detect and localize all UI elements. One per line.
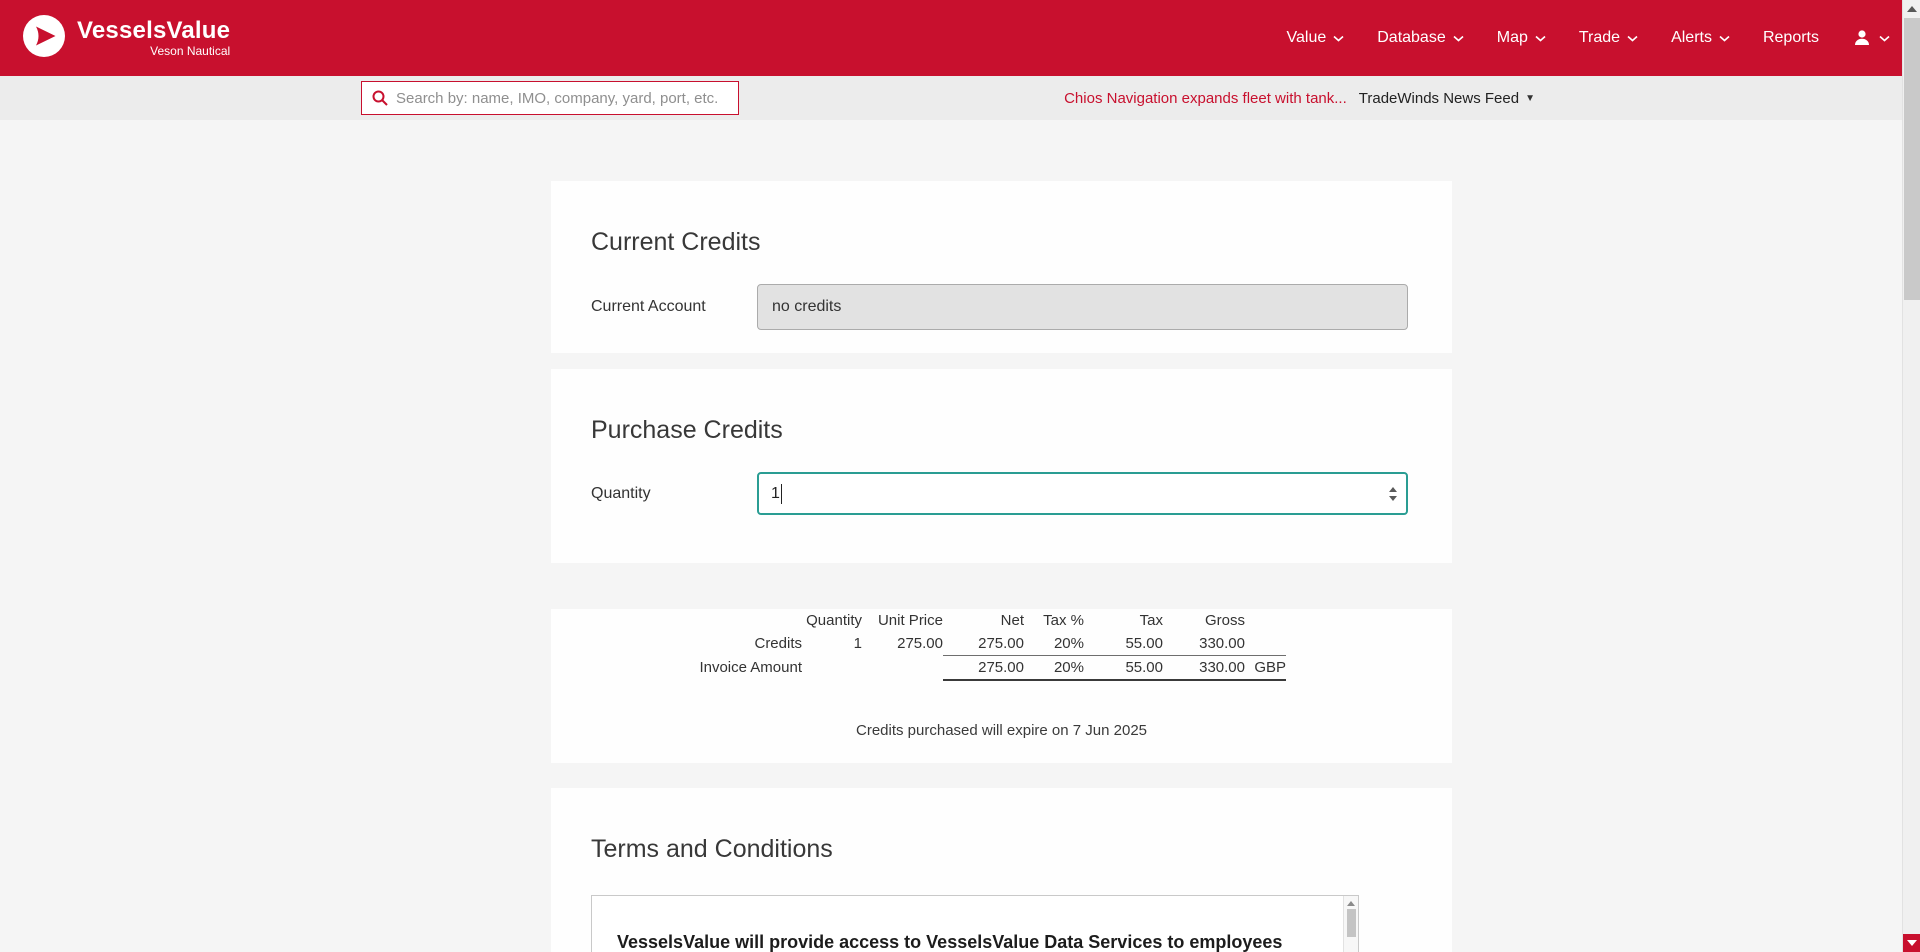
invoice-gross: 330.00 xyxy=(1163,656,1245,681)
chevron-down-icon xyxy=(1627,35,1638,42)
nav-alerts[interactable]: Alerts xyxy=(1671,29,1730,47)
purchase-credits-title: Purchase Credits xyxy=(591,369,1412,445)
credits-tax: 55.00 xyxy=(1084,632,1163,656)
invoice-header-quantity: Quantity xyxy=(802,609,862,632)
stepper-down-icon[interactable] xyxy=(1389,496,1397,501)
invoice-summary-card: Quantity Unit Price Net Tax % Tax Gross … xyxy=(551,609,1452,763)
purchase-credits-card: Purchase Credits Quantity 1 xyxy=(551,369,1452,563)
search-input[interactable] xyxy=(396,90,729,107)
news-feed-label: TradeWinds News Feed xyxy=(1359,90,1519,107)
terms-card: Terms and Conditions VesselsValue will p… xyxy=(551,788,1452,952)
news-ticker: Chios Navigation expands fleet with tank… xyxy=(1064,76,1535,120)
search-icon xyxy=(371,89,389,107)
brand-logo[interactable]: VesselsValue Veson Nautical xyxy=(22,14,230,63)
credits-tax-pct: 20% xyxy=(1024,632,1084,656)
current-account-field: no credits xyxy=(757,284,1408,330)
terms-body-text: VesselsValue will provide access to Vess… xyxy=(617,930,1298,952)
credits-currency xyxy=(1245,632,1286,656)
invoice-table: Quantity Unit Price Net Tax % Tax Gross … xyxy=(682,609,1286,681)
credits-net: 275.00 xyxy=(943,632,1024,656)
nav-trade-label: Trade xyxy=(1579,29,1620,47)
quantity-row: Quantity 1 xyxy=(591,472,1412,515)
news-headline-link[interactable]: Chios Navigation expands fleet with tank… xyxy=(1064,90,1347,107)
user-icon xyxy=(1852,28,1872,48)
current-account-value: no credits xyxy=(772,298,841,316)
nav-map[interactable]: Map xyxy=(1497,29,1546,47)
invoice-row-credits: Credits 1 275.00 275.00 20% 55.00 330.00 xyxy=(682,632,1286,656)
nav-reports-label: Reports xyxy=(1763,29,1819,47)
invoice-header-net: Net xyxy=(943,609,1024,632)
caret-down-icon: ▼ xyxy=(1525,93,1535,104)
brand-name: VesselsValue xyxy=(77,18,230,44)
terms-scrollbar-thumb[interactable] xyxy=(1347,909,1356,937)
scrollbar-up-button[interactable] xyxy=(1903,0,1920,18)
current-account-row: Current Account no credits xyxy=(591,284,1412,330)
nav-value[interactable]: Value xyxy=(1287,29,1345,47)
quantity-stepper[interactable] xyxy=(1389,487,1397,501)
terms-title: Terms and Conditions xyxy=(591,788,1412,864)
chevron-down-icon xyxy=(1453,35,1464,42)
chevron-down-icon xyxy=(1333,35,1344,42)
credits-gross: 330.00 xyxy=(1163,632,1245,656)
global-search[interactable] xyxy=(361,81,739,115)
credits-quantity: 1 xyxy=(802,632,862,656)
search-band: Chios Navigation expands fleet with tank… xyxy=(0,76,1902,120)
nav-database-label: Database xyxy=(1377,29,1446,47)
vesselsvalue-logo-icon xyxy=(22,14,66,63)
top-navigation-bar: VesselsValue Veson Nautical Value Databa… xyxy=(0,0,1902,76)
stepper-up-icon[interactable] xyxy=(1389,487,1397,492)
nav-reports[interactable]: Reports xyxy=(1763,29,1819,47)
current-credits-card: Current Credits Current Account no credi… xyxy=(551,181,1452,353)
invoice-header-row: Quantity Unit Price Net Tax % Tax Gross xyxy=(682,609,1286,632)
invoice-row-total: Invoice Amount 275.00 20% 55.00 330.00 G… xyxy=(682,656,1286,681)
news-feed-toggle[interactable]: TradeWinds News Feed ▼ xyxy=(1359,90,1535,107)
nav-database[interactable]: Database xyxy=(1377,29,1464,47)
invoice-tax: 55.00 xyxy=(1084,656,1163,681)
scrollbar-down-button[interactable] xyxy=(1903,934,1920,952)
chevron-down-icon xyxy=(1535,35,1546,42)
terms-scroll-area[interactable]: VesselsValue will provide access to Vess… xyxy=(591,895,1359,952)
nav-trade[interactable]: Trade xyxy=(1579,29,1638,47)
nav-alerts-label: Alerts xyxy=(1671,29,1712,47)
invoice-currency: GBP xyxy=(1245,656,1286,681)
credits-unit-price: 275.00 xyxy=(862,632,943,656)
credits-row-label: Credits xyxy=(682,632,802,656)
invoice-tax-pct: 20% xyxy=(1024,656,1084,681)
invoice-header-unit-price: Unit Price xyxy=(862,609,943,632)
scroll-down-icon xyxy=(1907,940,1917,946)
invoice-header-tax-pct: Tax % xyxy=(1024,609,1084,632)
invoice-header-tax: Tax xyxy=(1084,609,1163,632)
page-scrollbar-thumb[interactable] xyxy=(1904,18,1920,300)
invoice-header-gross: Gross xyxy=(1163,609,1245,632)
credits-expiry-note: Credits purchased will expire on 7 Jun 2… xyxy=(591,722,1412,739)
current-account-label: Current Account xyxy=(591,298,757,316)
terms-scrollbar[interactable] xyxy=(1343,896,1358,952)
scroll-up-icon xyxy=(1907,6,1917,12)
chevron-down-icon xyxy=(1879,35,1890,42)
nav-map-label: Map xyxy=(1497,29,1528,47)
page-scrollbar[interactable] xyxy=(1902,0,1920,952)
user-menu[interactable] xyxy=(1852,28,1890,48)
quantity-value: 1 xyxy=(771,485,780,503)
invoice-net: 275.00 xyxy=(943,656,1024,681)
quantity-input[interactable]: 1 xyxy=(757,472,1408,515)
invoice-amount-label: Invoice Amount xyxy=(682,656,802,681)
chevron-down-icon xyxy=(1719,35,1730,42)
current-credits-title: Current Credits xyxy=(591,181,1412,257)
primary-nav: Value Database Map Trade Alerts Reports xyxy=(1287,28,1891,48)
text-cursor xyxy=(781,484,782,504)
quantity-label: Quantity xyxy=(591,485,757,503)
scroll-up-icon[interactable] xyxy=(1347,901,1355,906)
nav-value-label: Value xyxy=(1287,29,1327,47)
brand-tagline: Veson Nautical xyxy=(77,44,230,58)
